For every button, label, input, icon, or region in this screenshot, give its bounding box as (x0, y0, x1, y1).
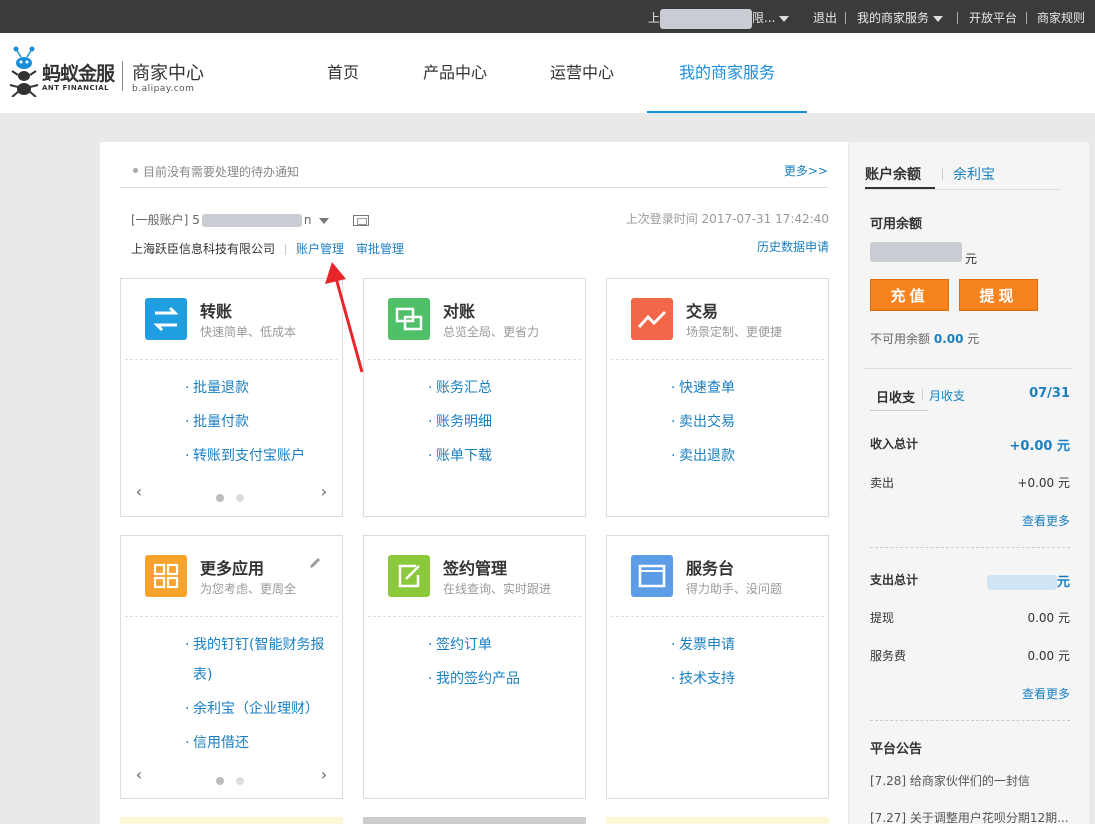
header: 蚂蚁金服 ANT FINANCIAL 商家中心 b.alipay.com 首页 … (0, 33, 1095, 113)
tab-daily[interactable]: 日收支 (876, 387, 915, 406)
transfer-icon (145, 298, 187, 340)
carousel-dots (216, 491, 256, 505)
account-id-blur (201, 214, 302, 227)
expense-total-row: 支出总计 元 (870, 573, 1070, 590)
main-panel: 目前没有需要处理的待办通知 更多>> [一般账户] 5n 上次登录时间 2017… (100, 142, 848, 824)
bullet-icon (133, 168, 138, 173)
account-selector[interactable]: [一般账户] 5n (131, 211, 370, 228)
link-batch-payment[interactable]: 批量付款 (185, 407, 341, 437)
top-bar: 上限... 退出 我的商家服务 开放平台 商家规则 (0, 0, 1095, 33)
income-see-more-link[interactable]: 查看更多 (1022, 512, 1070, 529)
contract-icon (388, 555, 430, 597)
nav-products[interactable]: 产品中心 (413, 33, 497, 113)
available-balance-label: 可用余额 (870, 217, 923, 232)
chevron-down-icon (319, 217, 330, 224)
announcement-item[interactable]: [7.27] 关于调整用户花呗分期12期... (870, 809, 1069, 824)
user-name-blur (660, 8, 753, 29)
last-login-time: 上次登录时间 2017-07-31 17:42:40 (625, 212, 829, 226)
red-arrow-annotation (325, 262, 364, 373)
apps-icon (145, 555, 187, 597)
tab-balance[interactable]: 账户余额 (865, 164, 921, 184)
approval-management-link[interactable]: 审批管理 (356, 242, 404, 256)
logo[interactable]: 蚂蚁金服 ANT FINANCIAL 商家中心 b.alipay.com (6, 45, 221, 97)
notice-more-link[interactable]: 更多>> (784, 162, 828, 179)
unavailable-balance: 不可用余额 0.00 元 (870, 332, 980, 346)
pencil-icon[interactable] (308, 556, 322, 570)
chevron-left-icon[interactable]: ‹ (132, 767, 146, 783)
link-my-contract-products[interactable]: 我的签约产品 (428, 664, 584, 694)
link-invoice[interactable]: 发票申请 (671, 630, 827, 660)
link-account-detail[interactable]: 账务明细 (428, 407, 584, 437)
trade-icon (631, 298, 673, 340)
expense-blur (986, 575, 1057, 590)
open-platform-link[interactable]: 开放平台 (969, 0, 1017, 33)
withdraw-row: 提现 0.00 元 (870, 611, 1070, 625)
nav-operations[interactable]: 运营中心 (540, 33, 624, 113)
side-panel: 账户余额 余利宝 可用余额 元 充值 提现 不可用余额 0.00 元 日收支 月… (849, 142, 1089, 824)
balance-blur (870, 242, 962, 262)
chevron-left-icon[interactable]: ‹ (132, 484, 146, 500)
withdraw-button[interactable]: 提现 (959, 279, 1038, 311)
link-quick-query[interactable]: 快速查单 (671, 373, 827, 403)
sell-row: 卖出 +0.00 元 (870, 476, 1070, 490)
history-data-link[interactable]: 历史数据申请 (757, 238, 829, 255)
link-account-summary[interactable]: 账务汇总 (428, 373, 584, 403)
link-sell-refund[interactable]: 卖出退款 (671, 441, 827, 471)
link-batch-refund[interactable]: 批量退款 (185, 373, 341, 403)
announcement-title: 平台公告 (870, 742, 923, 757)
link-bill-download[interactable]: 账单下载 (428, 441, 584, 471)
chevron-right-icon[interactable]: › (317, 484, 331, 500)
user-menu[interactable]: 上限... (648, 0, 790, 33)
tile-contract: 签约管理 在线查询、实时跟进 签约订单 我的签约产品 (363, 535, 586, 799)
tile-trade: 交易 场景定制、更便捷 快速查单 卖出交易 卖出退款 (606, 278, 829, 517)
nav-merchant-service[interactable]: 我的商家服务 (647, 33, 807, 113)
income-total-row: 收入总计 +0.00 元 (870, 437, 1070, 454)
company-row: 上海跃臣信息科技有限公司 账户管理 审批管理 (131, 240, 416, 257)
announcement-item[interactable]: [7.28] 给商家伙伴们的一封信 (870, 772, 1030, 789)
chevron-right-icon[interactable]: › (317, 767, 331, 783)
recharge-button[interactable]: 充值 (870, 279, 949, 311)
qr-code-icon[interactable] (353, 215, 370, 226)
reconcile-icon (388, 298, 430, 340)
link-tech-support[interactable]: 技术支持 (671, 664, 827, 694)
ant-logo-icon (9, 46, 39, 97)
link-transfer-alipay[interactable]: 转账到支付宝账户 (185, 441, 341, 471)
logout-link[interactable]: 退出 (813, 0, 837, 33)
fee-row: 服务费 0.00 元 (870, 649, 1070, 663)
carousel-dots (216, 774, 256, 788)
link-sell-trade[interactable]: 卖出交易 (671, 407, 827, 437)
link-credit[interactable]: 信用借还 (185, 728, 341, 758)
link-dingtalk[interactable]: 我的钉钉(智能财务报表) (185, 630, 341, 690)
chevron-down-icon (779, 15, 790, 22)
notice-text: 目前没有需要处理的待办通知 (143, 165, 300, 179)
link-yulibao[interactable]: 余利宝（企业理财） (185, 694, 341, 724)
link-contract-orders[interactable]: 签约订单 (428, 630, 584, 660)
tile-reconcile: 对账 总览全局、更省力 账务汇总 账务明细 账单下载 (363, 278, 586, 517)
merchant-service-menu[interactable]: 我的商家服务 (857, 0, 944, 33)
account-management-link[interactable]: 账户管理 (296, 242, 344, 256)
expense-see-more-link[interactable]: 查看更多 (1022, 685, 1070, 702)
tile-transfer: 转账 快速简单、低成本 批量退款 批量付款 转账到支付宝账户 ‹ › (120, 278, 343, 517)
tile-more-apps: 更多应用 为您考虑、更周全 我的钉钉(智能财务报表) 余利宝（企业理财） 信用借… (120, 535, 343, 799)
tile-service-desk: 服务台 得力助手、没问题 发票申请 技术支持 (606, 535, 829, 799)
service-icon (631, 555, 673, 597)
company-name: 上海跃臣信息科技有限公司 (131, 242, 276, 256)
available-balance: 元 (870, 242, 977, 266)
income-date: 07/31 (1029, 386, 1070, 401)
notice-bar: 目前没有需要处理的待办通知 更多>> (120, 142, 828, 188)
balance-tabs: 账户余额 余利宝 (863, 160, 1061, 190)
merchant-rules-link[interactable]: 商家规则 (1037, 0, 1085, 33)
chevron-down-icon (933, 15, 944, 22)
nav-home[interactable]: 首页 (313, 33, 373, 113)
nav-active-indicator (647, 111, 807, 113)
tab-yulibao[interactable]: 余利宝 (953, 164, 995, 184)
income-tabs: 日收支 月收支 07/31 (870, 382, 1070, 412)
tab-monthly[interactable]: 月收支 (929, 387, 965, 404)
